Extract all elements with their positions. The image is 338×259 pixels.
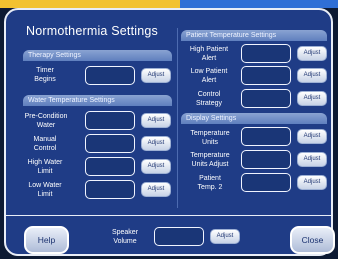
section-header-therapy: Therapy Settings bbox=[23, 50, 172, 61]
column-divider bbox=[177, 28, 178, 208]
manual-control-adjust-button[interactable]: Adjust bbox=[141, 136, 171, 151]
temperature-units-value[interactable] bbox=[241, 127, 291, 146]
footer-divider bbox=[4, 215, 333, 216]
temperature-units-adjust-button[interactable]: Adjust bbox=[297, 129, 327, 144]
pre-condition-water-label: Pre-Condition Water bbox=[24, 113, 68, 129]
high-patient-alert-value[interactable] bbox=[241, 44, 291, 63]
section-header-patient: Patient Temperature Settings bbox=[181, 30, 327, 41]
help-button[interactable]: Help bbox=[24, 226, 69, 254]
speaker-volume-adjust-button[interactable]: Adjust bbox=[210, 229, 240, 244]
timer-begins-label: Timer Begins bbox=[34, 67, 56, 83]
page-title: Normothermia Settings bbox=[25, 24, 159, 38]
high-patient-alert-label: High Patient Alert bbox=[189, 46, 229, 62]
manual-control-value[interactable] bbox=[85, 134, 135, 153]
section-header-water: Water Temperature Settings bbox=[23, 95, 172, 106]
top-status-strip-left bbox=[0, 0, 180, 8]
low-water-limit-label: Low Water Limit bbox=[28, 182, 62, 198]
timer-begins-adjust-button[interactable]: Adjust bbox=[141, 68, 171, 83]
high-water-limit-adjust-button[interactable]: Adjust bbox=[141, 159, 171, 174]
close-button[interactable]: Close bbox=[290, 226, 335, 254]
high-water-limit-label: High Water Limit bbox=[27, 159, 63, 175]
control-strategy-value[interactable] bbox=[241, 89, 291, 108]
patient-temp-2-value[interactable] bbox=[241, 173, 291, 192]
pre-condition-water-adjust-button[interactable]: Adjust bbox=[141, 113, 171, 128]
low-patient-alert-label: Low Patient Alert bbox=[190, 68, 228, 84]
control-strategy-label: Control Strategy bbox=[195, 91, 223, 107]
high-water-limit-value[interactable] bbox=[85, 157, 135, 176]
section-header-display: Display Settings bbox=[181, 113, 327, 124]
control-strategy-adjust-button[interactable]: Adjust bbox=[297, 91, 327, 106]
temperature-units-adjust-value[interactable] bbox=[241, 150, 291, 169]
low-water-limit-adjust-button[interactable]: Adjust bbox=[141, 182, 171, 197]
speaker-volume-label: Speaker Volume bbox=[111, 229, 139, 245]
temperature-units-adjust-adjust-button[interactable]: Adjust bbox=[297, 152, 327, 167]
low-patient-alert-value[interactable] bbox=[241, 66, 291, 85]
high-patient-alert-adjust-button[interactable]: Adjust bbox=[297, 46, 327, 61]
timer-begins-value[interactable] bbox=[85, 66, 135, 85]
patient-temp-2-adjust-button[interactable]: Adjust bbox=[297, 175, 327, 190]
low-water-limit-value[interactable] bbox=[85, 180, 135, 199]
low-patient-alert-adjust-button[interactable]: Adjust bbox=[297, 68, 327, 83]
temperature-units-adjust-label: Temperature Units Adjust bbox=[190, 152, 230, 168]
temperature-units-label: Temperature Units bbox=[190, 130, 230, 146]
patient-temp-2-label: Patient Temp. 2 bbox=[197, 175, 223, 191]
speaker-volume-value[interactable] bbox=[154, 227, 204, 246]
manual-control-label: Manual Control bbox=[33, 136, 57, 152]
top-status-strip-right bbox=[180, 0, 338, 8]
pre-condition-water-value[interactable] bbox=[85, 111, 135, 130]
